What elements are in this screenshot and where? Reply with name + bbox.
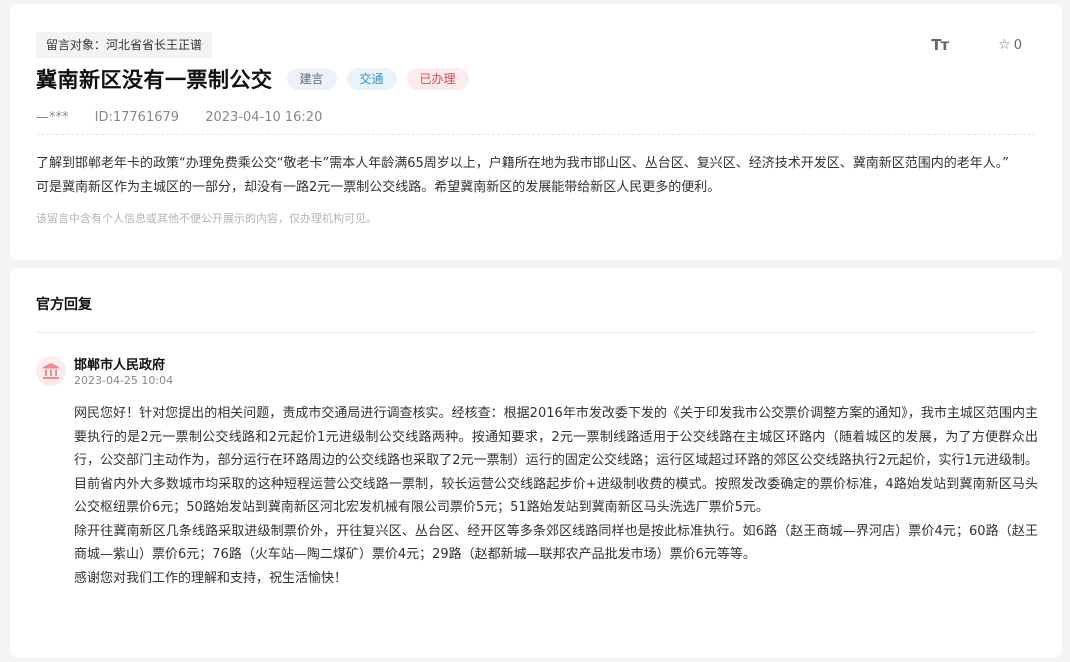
message-target-badge: 留言对象：河北省省长王正谱 (36, 32, 213, 58)
reply-paragraph: 网民您好！针对您提出的相关问题，责成市交通局进行调查核实。经核查：根据2016年… (74, 406, 1038, 515)
message-card: 留言对象：河北省省长王正谱 Tт ☆ 0 冀南新区没有一票制公交 建言 交通 已… (10, 4, 1062, 260)
reply-paragraph: 除开往冀南新区几条线路采取进级制票价外，开往复兴区、丛台区、经开区等多条郊区线路… (74, 523, 1038, 563)
government-building-icon (36, 356, 66, 386)
divider (36, 332, 1036, 333)
type-tag: 建言 (286, 68, 337, 90)
message-id: ID:17761679 (94, 110, 180, 125)
reply-section-title: 官方回复 (36, 297, 92, 313)
reply-org-name: 邯郸市人民政府 (74, 358, 166, 373)
message-time: 2023-04-10 16:20 (205, 110, 323, 125)
reply-body: 网民您好！针对您提出的相关问题，责成市交通局进行调查核实。经核查：根据2016年… (74, 402, 1038, 590)
favorite-count: 0 (1013, 37, 1022, 53)
message-content: 了解到邯郸老年卡的政策“办理免费乘公交“敬老卡”需本人年龄满65周岁以上，户籍所… (36, 152, 1036, 200)
message-meta: —*** ID:17761679 2023-04-10 16:20 (36, 110, 344, 125)
title-row: 冀南新区没有一票制公交 建言 交通 已办理 (36, 64, 479, 94)
star-icon: ☆ (998, 37, 1011, 53)
message-tools: Tт ☆ 0 (931, 36, 1022, 54)
category-tag: 交通 (346, 68, 397, 90)
message-paragraph: 可是冀南新区作为主城区的一部分，却没有一路2元一票制公交线路。希望冀南新区的发展… (36, 180, 721, 195)
status-tag: 已办理 (406, 68, 469, 90)
divider (36, 134, 1036, 135)
message-title: 冀南新区没有一票制公交 (36, 68, 273, 92)
privacy-notice: 该留言中含有个人信息或其他不便公开展示的内容，仅办理机构可见。 (36, 212, 377, 225)
favorite-button[interactable]: ☆ 0 (998, 37, 1022, 53)
message-paragraph: 了解到邯郸老年卡的政策“办理免费乘公交“敬老卡”需本人年龄满65周岁以上，户籍所… (36, 156, 1009, 171)
message-author: —*** (36, 110, 69, 125)
reply-card: 官方回复 邯郸市人民政府 2023-04-25 10:04 网民您好！针对您提出… (10, 268, 1062, 658)
reply-paragraph: 感谢您对我们工作的理解和支持，祝生活愉快！ (74, 570, 348, 586)
font-size-icon[interactable]: Tт (931, 36, 949, 54)
reply-time: 2023-04-25 10:04 (74, 374, 174, 387)
